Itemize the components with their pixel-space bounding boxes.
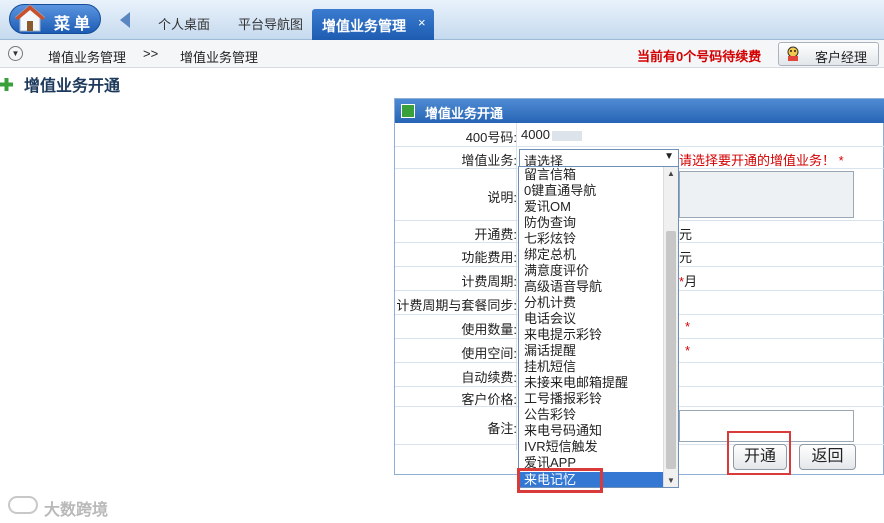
dropdown-option[interactable]: 工号播报彩铃: [524, 391, 602, 407]
opening-fee-unit: 元: [679, 227, 693, 242]
dropdown-option[interactable]: 分机计费: [524, 295, 576, 311]
breadcrumb-separator: >>: [143, 46, 159, 61]
scroll-down-icon[interactable]: ▼: [667, 476, 675, 485]
dropdown-option[interactable]: 漏话提醒: [524, 343, 576, 359]
dropdown-option[interactable]: 留言信箱: [524, 167, 576, 183]
dropdown-option[interactable]: 0键直通导航: [524, 183, 596, 199]
dropdown-option[interactable]: 电话会议: [524, 311, 576, 327]
app-window: 菜单 个人桌面 平台导航图 增值业务管理 × ▼ 增值业务管理 >> 增值业务管…: [0, 0, 884, 523]
scrollbar-thumb[interactable]: [666, 231, 676, 469]
top-navigation-bar: 菜单 个人桌面 平台导航图 增值业务管理 ×: [0, 0, 884, 41]
customer-price-label: 客户价格:: [461, 392, 517, 407]
page-title: 增值业务开通: [24, 78, 121, 95]
breadcrumb-current: 增值业务管理: [180, 50, 259, 65]
dropdown-option[interactable]: 公告彩铃: [524, 407, 576, 423]
function-fee-unit: 元: [679, 250, 693, 265]
dropdown-option[interactable]: 绑定总机: [524, 247, 576, 263]
description-textarea[interactable]: [679, 171, 854, 218]
close-tab-icon[interactable]: ×: [418, 15, 426, 30]
dropdown-option[interactable]: 七彩炫铃: [524, 231, 576, 247]
selected-option-highlight: [517, 468, 603, 493]
remarks-label: 备注:: [487, 421, 517, 436]
service-hint: 请选择要开通的增值业务！ *: [679, 153, 844, 168]
dropdown-option[interactable]: 满意度评价: [524, 263, 589, 279]
dropdown-option[interactable]: 挂机短信: [524, 359, 576, 375]
form-header: 增值业务开通: [395, 99, 884, 123]
back-button[interactable]: 返回: [799, 444, 856, 470]
service-select[interactable]: 请选择 ▼: [519, 149, 679, 169]
form-arrow-icon: [401, 104, 415, 118]
dropdown-option[interactable]: 来电提示彩铃: [524, 327, 602, 343]
usage-count-required: *: [685, 319, 691, 334]
billing-cycle-label: 计费周期:: [461, 274, 517, 289]
dropdown-option[interactable]: 来电号码通知: [524, 423, 602, 439]
dropdown-option[interactable]: IVR短信触发: [524, 439, 598, 455]
collapse-icon[interactable]: ▼: [8, 46, 23, 61]
breadcrumb: ▼ 增值业务管理 >> 增值业务管理 当前有0个号码待续费: [0, 40, 884, 68]
dropdown-option[interactable]: 未接来电邮箱提醒: [524, 375, 628, 391]
sync-label: 计费周期与套餐同步:: [396, 298, 517, 313]
tab-platform-nav[interactable]: 平台导航图: [238, 10, 303, 40]
menu-label: 菜单: [54, 16, 95, 33]
add-icon: [0, 78, 13, 91]
account-manager-label: 客户经理: [815, 50, 868, 65]
function-fee-label: 功能费用:: [461, 250, 517, 265]
tab-value-added-management[interactable]: 增值业务管理 ×: [312, 9, 434, 41]
billing-cycle-unit: *月: [679, 274, 698, 289]
dropdown-option[interactable]: 爱讯OM: [524, 199, 571, 215]
usage-space-label: 使用空间:: [461, 346, 517, 361]
usage-count-label: 使用数量:: [461, 322, 517, 337]
number-label: 400号码:: [465, 130, 517, 145]
tab-active-label: 增值业务管理: [322, 18, 406, 34]
home-icon: [14, 4, 46, 32]
service-dropdown-list[interactable]: 留言信箱 0键直通导航 爱讯OM 防伪查询 七彩炫铃 绑定总机 满意度评价 高级…: [518, 166, 679, 488]
usage-space-required: *: [685, 343, 691, 358]
scroll-up-icon[interactable]: ▲: [667, 169, 675, 178]
chevron-down-icon[interactable]: ▼: [664, 151, 674, 162]
auto-renew-label: 自动续费:: [461, 370, 517, 385]
tab-personal-desktop[interactable]: 个人桌面: [158, 10, 210, 40]
opening-fee-label: 开通费:: [474, 227, 517, 242]
watermark-logo-icon: [8, 496, 38, 514]
watermark-text: 大数跨境: [44, 502, 109, 519]
open-button-highlight: [727, 431, 791, 475]
tab-scroll-left-icon[interactable]: [120, 12, 130, 28]
account-manager-button[interactable]: 客户经理: [778, 42, 879, 66]
dropdown-option[interactable]: 高级语音导航: [524, 279, 602, 295]
form-title: 增值业务开通: [425, 106, 504, 121]
renewal-notice: 当前有0个号码待续费: [637, 49, 762, 64]
user-icon: [787, 46, 799, 61]
service-label: 增值业务:: [461, 153, 517, 168]
dropdown-option[interactable]: 防伪查询: [524, 215, 576, 231]
breadcrumb-item[interactable]: 增值业务管理: [48, 47, 126, 66]
number-value: 4000: [521, 127, 582, 142]
description-label: 说明:: [487, 190, 517, 205]
dropdown-scrollbar[interactable]: ▲ ▼: [663, 167, 678, 487]
row-number: 400号码: 4000: [395, 123, 884, 147]
menu-button[interactable]: 菜单: [9, 4, 101, 34]
